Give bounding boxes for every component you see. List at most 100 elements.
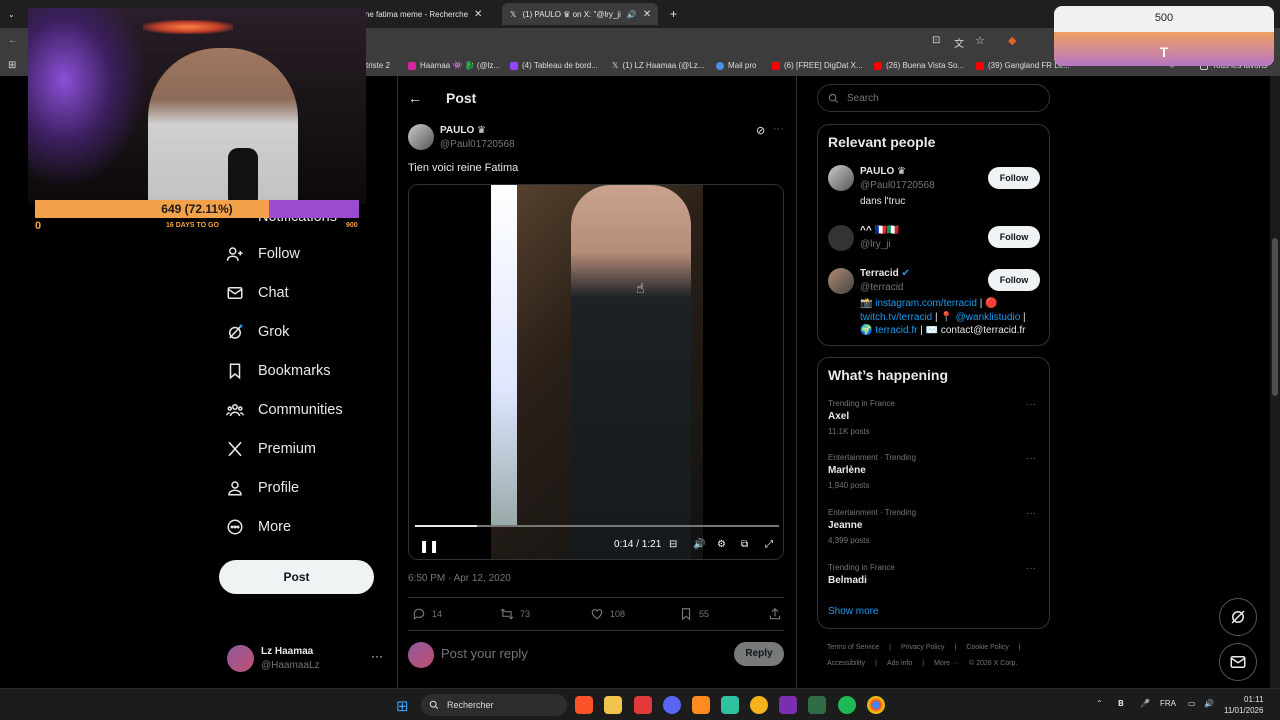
post-button[interactable]: Post [219,560,374,594]
app-icon[interactable] [750,696,768,714]
person-name[interactable]: ^^ 🇫🇷🇮🇹 [860,225,899,236]
volume-icon[interactable]: 🔊 [693,539,705,550]
person-handle[interactable]: @lry_ji [860,239,891,250]
more-icon[interactable]: ··· [1026,399,1036,410]
person-name[interactable]: PAULO ♛ [860,166,906,177]
search-input[interactable]: Search [817,84,1050,112]
close-icon[interactable]: ✕ [474,9,482,20]
bio-link[interactable]: twitch.tv/terracid [860,312,932,323]
brave-icon[interactable] [575,696,593,714]
back-icon[interactable]: ← [8,35,18,46]
app-icon[interactable] [808,696,826,714]
grok-icon[interactable]: ⊘ [756,124,765,137]
repost-action[interactable]: 73 [500,607,530,621]
more-icon[interactable]: ··· [1026,563,1036,574]
more-icon[interactable]: ··· [1026,508,1036,519]
bookmark-item[interactable]: Mail pro [716,61,756,70]
spotify-icon[interactable] [838,696,856,714]
volume-icon[interactable]: 🔊 [1204,699,1214,708]
tab-x-post[interactable]: 𝕏 (1) PAULO ♛ on X: "@lry_ji 🔊 ✕ [502,3,658,25]
reply-button[interactable]: Reply [734,642,784,666]
bookmark-item[interactable]: (4) Tableau de bord... [510,61,598,70]
bookmark-item[interactable]: Haamaa 👾 🐉 (@lz... [408,61,500,70]
trend-name[interactable]: Marlène [828,465,866,476]
author-avatar[interactable] [408,124,434,150]
footer-link[interactable]: Accessibility [827,660,865,667]
reply-action[interactable]: 14 [412,607,442,621]
nav-profile[interactable]: Profile [226,479,299,497]
back-arrow-icon[interactable]: ← [408,90,422,106]
bio-link[interactable]: instagram.com/terracid [875,298,977,309]
footer-link[interactable]: Ads info [887,660,912,667]
account-switcher[interactable]: Lz Haamaa @HaamaaLz ··· [227,643,387,675]
extension-icon[interactable]: ◆ [1008,34,1016,47]
new-tab-button[interactable]: + [662,3,682,25]
translate-icon[interactable]: 文 [954,35,964,50]
chevron-up-icon[interactable]: ⌃ [1096,699,1103,708]
video-scrubber[interactable] [415,525,779,527]
avatar[interactable] [828,165,854,191]
nav-bookmarks[interactable]: Bookmarks [226,362,331,380]
trend-name[interactable]: Jeanne [828,520,862,531]
nav-more[interactable]: More [226,518,291,536]
bio-link[interactable]: @wanklistudio [956,312,1021,323]
trend-name[interactable]: Belmadi [828,575,867,586]
footer-link[interactable]: Privacy Policy [901,644,945,651]
footer-link[interactable]: More ··· [934,660,959,667]
microphone-icon[interactable]: 🎤 [1140,699,1150,708]
more-icon[interactable]: ··· [773,123,784,135]
author-name[interactable]: PAULO ♛ [440,125,486,136]
app-icon[interactable] [692,696,710,714]
avatar[interactable] [828,268,854,294]
fullscreen-icon[interactable]: ⤢ [765,539,773,550]
app-icon[interactable] [779,696,797,714]
tab-list-button[interactable]: ⌄ [0,3,26,25]
bookmark-action[interactable]: 55 [679,607,709,621]
pause-icon[interactable]: ❚❚ [419,539,439,553]
grok-button[interactable] [1219,598,1257,636]
footer-link[interactable]: Terms of Service [827,644,879,651]
close-icon[interactable]: ✕ [643,9,651,20]
more-icon[interactable]: ··· [1026,453,1036,464]
bookmark-item[interactable]: (26) Buena Vista So... [874,61,964,70]
video-player[interactable]: ❚❚ 0:14 / 1:21 ⊟ 🔊 ⚙ ⧉ ⤢ [408,184,784,560]
messages-button[interactable] [1219,643,1257,681]
chrome-icon[interactable] [867,696,885,714]
bookmark-item[interactable]: 𝕏 (1) LZ Haamaa (@Lz... [612,61,704,70]
windows-start-icon[interactable]: ⊞ [396,697,409,715]
more-icon[interactable]: ··· [371,649,383,663]
bookmark-item[interactable]: triste 2 [366,61,390,70]
taskbar-clock[interactable]: 01:11 11/01/2026 [1224,694,1263,716]
share-action[interactable] [768,607,782,621]
person-handle[interactable]: @Paul01720568 [860,180,935,191]
nav-chat[interactable]: Chat [226,284,289,302]
bio-link[interactable]: terracid.fr [875,325,917,336]
discord-icon[interactable] [663,696,681,714]
trend-name[interactable]: Axel [828,411,849,422]
footer-link[interactable]: Cookie Policy [966,644,1008,651]
author-handle[interactable]: @Paul01720568 [440,139,515,150]
install-icon[interactable]: ⊡ [932,35,940,46]
person-handle[interactable]: @terracid [860,282,904,293]
follow-button[interactable]: Follow [988,167,1040,189]
app-icon[interactable] [634,696,652,714]
tray-icon[interactable]: 𝐁 [1118,699,1124,709]
bookmark-item[interactable]: (6) [FREE] DigDat X... [772,61,863,70]
taskbar-search[interactable]: Rechercher [421,694,567,716]
settings-icon[interactable]: ⚙ [717,539,726,550]
folder-icon[interactable] [604,696,622,714]
star-icon[interactable]: ☆ [975,34,985,47]
pip-icon[interactable]: ⧉ [741,539,748,550]
language-indicator[interactable]: FRA [1160,699,1176,708]
nav-follow[interactable]: Follow [226,245,300,263]
avatar[interactable] [828,225,854,251]
post-timestamp[interactable]: 6:50 PM · Apr 12, 2020 [408,573,511,584]
tab-search[interactable]: reine fatima meme - Recherche ✕ [348,3,498,25]
nav-communities[interactable]: Communities [226,401,343,419]
like-action[interactable]: 108 [590,607,625,621]
nav-grok[interactable]: Grok [226,323,289,341]
follow-button[interactable]: Follow [988,269,1040,291]
show-more-link[interactable]: Show more [828,606,879,617]
reply-input[interactable]: Post your reply [441,646,528,661]
scrollbar-thumb[interactable] [1272,238,1278,396]
